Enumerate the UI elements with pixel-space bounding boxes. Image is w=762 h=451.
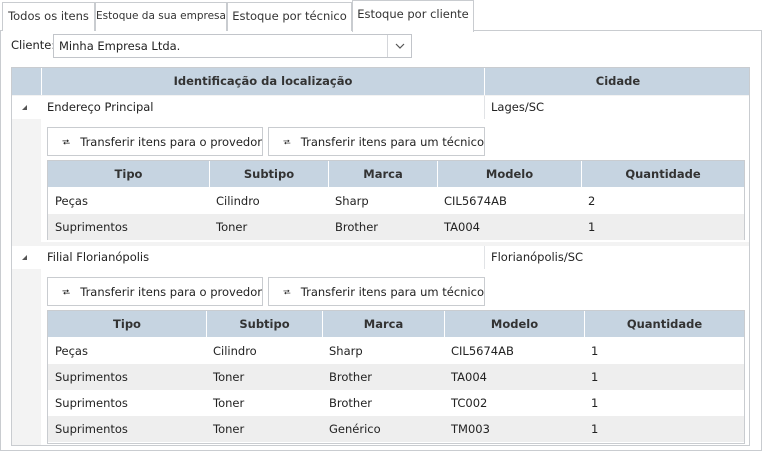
items-table: Tipo Subtipo Marca Modelo Quantidade Peç… bbox=[47, 160, 745, 240]
cell-tipo: Suprimentos bbox=[55, 370, 128, 384]
transfer-to-provider-button[interactable]: Transferir itens para o provedor bbox=[47, 277, 263, 306]
client-label: Cliente: bbox=[11, 38, 56, 52]
group-detail: Transferir itens para o provedor Transfe… bbox=[41, 269, 749, 445]
group-row[interactable]: Filial Florianópolis Florianópolis/SC bbox=[12, 246, 749, 269]
cell-tipo: Suprimentos bbox=[55, 396, 128, 410]
items-table: Tipo Subtipo Marca Modelo Quantidade Peç… bbox=[47, 310, 745, 444]
transfer-arrows-icon bbox=[62, 288, 70, 295]
cell-subtipo: Toner bbox=[213, 422, 245, 436]
transfer-arrows-icon bbox=[62, 138, 70, 145]
cell-marca: Brother bbox=[335, 220, 379, 234]
cell-marca: Brother bbox=[329, 370, 373, 384]
cell-quantidade: 1 bbox=[591, 396, 599, 410]
cell-marca: Genérico bbox=[329, 422, 381, 436]
col-quantidade[interactable]: Quantidade bbox=[584, 311, 744, 337]
cell-quantidade: 1 bbox=[591, 370, 599, 384]
client-select[interactable]: Minha Empresa Ltda. bbox=[53, 34, 412, 58]
cell-subtipo: Toner bbox=[216, 220, 248, 234]
col-quantidade[interactable]: Quantidade bbox=[581, 161, 744, 187]
cell-modelo: CIL5674AB bbox=[444, 194, 507, 208]
cell-modelo: TC002 bbox=[451, 396, 488, 410]
header-city[interactable]: Cidade bbox=[484, 68, 749, 95]
cell-modelo: TA004 bbox=[451, 370, 487, 384]
cell-subtipo: Toner bbox=[213, 396, 245, 410]
table-row[interactable]: Suprimentos Toner Genérico TM003 1 bbox=[48, 416, 744, 442]
transfer-to-provider-button[interactable]: Transferir itens para o provedor bbox=[47, 127, 263, 156]
group-row[interactable]: Endereço Principal Lages/SC bbox=[12, 96, 749, 119]
cell-modelo: TA004 bbox=[444, 220, 480, 234]
transfer-to-technician-label: Transferir itens para um técnico bbox=[300, 134, 484, 149]
cell-tipo: Peças bbox=[55, 344, 88, 358]
table-row[interactable]: Suprimentos Toner Brother TC002 1 bbox=[48, 390, 744, 416]
chevron-down-icon[interactable] bbox=[387, 35, 411, 57]
col-marca[interactable]: Marca bbox=[328, 161, 437, 187]
col-modelo[interactable]: Modelo bbox=[444, 311, 584, 337]
transfer-arrows-icon bbox=[283, 289, 291, 294]
transfer-to-provider-label: Transferir itens para o provedor bbox=[80, 284, 262, 299]
table-row[interactable]: Suprimentos Toner Brother TA004 1 bbox=[48, 214, 744, 240]
transfer-to-technician-button[interactable]: Transferir itens para um técnico bbox=[268, 127, 485, 156]
cell-marca: Brother bbox=[329, 396, 373, 410]
col-modelo[interactable]: Modelo bbox=[437, 161, 581, 187]
transfer-arrows-icon bbox=[283, 139, 291, 144]
transfer-to-provider-label: Transferir itens para o provedor bbox=[80, 134, 262, 149]
location-city: Lages/SC bbox=[491, 100, 545, 114]
cell-modelo: CIL5674AB bbox=[451, 344, 514, 358]
items-table-header: Tipo Subtipo Marca Modelo Quantidade bbox=[48, 311, 744, 337]
col-tipo[interactable]: Tipo bbox=[48, 311, 206, 337]
cell-tipo: Suprimentos bbox=[55, 220, 128, 234]
cell-modelo: TM003 bbox=[451, 422, 490, 436]
cell-quantidade: 1 bbox=[591, 344, 599, 358]
tab-estoque-tecnico[interactable]: Estoque por técnico bbox=[227, 2, 352, 31]
cell-subtipo: Toner bbox=[213, 370, 245, 384]
items-table-header: Tipo Subtipo Marca Modelo Quantidade bbox=[48, 161, 744, 187]
tab-todos-os-itens[interactable]: Todos os itens bbox=[2, 2, 95, 31]
location-grid: Identificação da localização Cidade Ende… bbox=[11, 67, 750, 446]
grid-header-expander bbox=[12, 68, 41, 95]
transfer-to-technician-button[interactable]: Transferir itens para um técnico bbox=[268, 277, 485, 306]
col-tipo[interactable]: Tipo bbox=[48, 161, 209, 187]
collapse-triangle-icon[interactable] bbox=[22, 105, 27, 110]
location-city: Florianópolis/SC bbox=[491, 250, 584, 264]
cell-subtipo: Cilindro bbox=[213, 344, 257, 358]
transfer-to-technician-label: Transferir itens para um técnico bbox=[300, 284, 484, 299]
col-subtipo[interactable]: Subtipo bbox=[209, 161, 328, 187]
table-row[interactable]: Peças Cilindro Sharp CIL5674AB 2 bbox=[48, 188, 744, 214]
collapse-triangle-icon[interactable] bbox=[22, 255, 27, 260]
group-detail: Transferir itens para o provedor Transfe… bbox=[41, 119, 749, 242]
cell-quantidade: 1 bbox=[588, 220, 596, 234]
col-subtipo[interactable]: Subtipo bbox=[206, 311, 322, 337]
table-row[interactable]: Suprimentos Toner Brother TA004 1 bbox=[48, 364, 744, 390]
cell-quantidade: 2 bbox=[588, 194, 596, 208]
tab-estoque-cliente[interactable]: Estoque por cliente bbox=[352, 0, 474, 32]
cell-marca: Sharp bbox=[335, 194, 369, 208]
tab-bar: Todos os itens Estoque da sua empresa Es… bbox=[0, 0, 762, 32]
location-name: Endereço Principal bbox=[47, 100, 154, 114]
cell-tipo: Peças bbox=[55, 194, 88, 208]
cell-quantidade: 1 bbox=[591, 422, 599, 436]
location-name: Filial Florianópolis bbox=[47, 250, 150, 264]
col-marca[interactable]: Marca bbox=[322, 311, 444, 337]
header-location[interactable]: Identificação da localização bbox=[41, 68, 484, 95]
cell-tipo: Suprimentos bbox=[55, 422, 128, 436]
client-select-value: Minha Empresa Ltda. bbox=[59, 39, 181, 53]
cell-marca: Sharp bbox=[329, 344, 363, 358]
tab-estoque-empresa[interactable]: Estoque da sua empresa bbox=[95, 2, 227, 31]
cell-subtipo: Cilindro bbox=[216, 194, 260, 208]
grid-header: Identificação da localização Cidade bbox=[12, 68, 749, 95]
table-row[interactable]: Peças Cilindro Sharp CIL5674AB 1 bbox=[48, 338, 744, 364]
